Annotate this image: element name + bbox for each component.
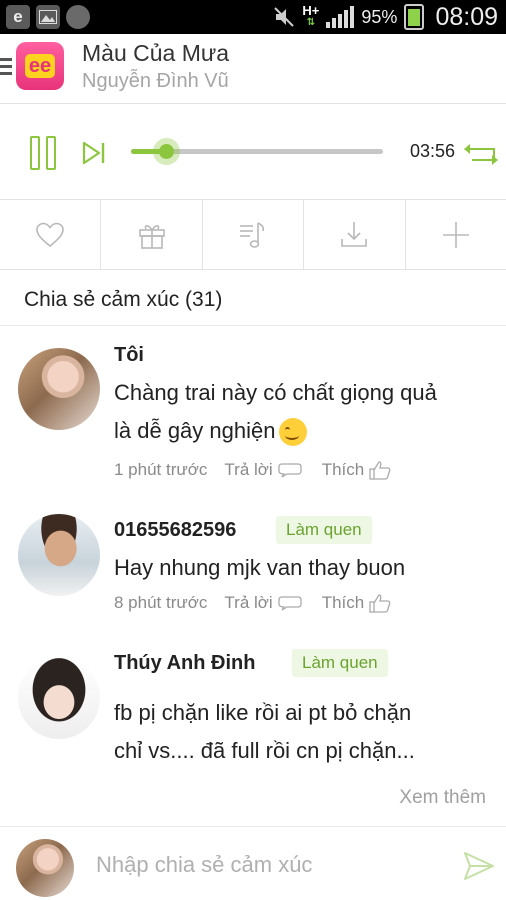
make-friend-badge[interactable]: Làm quen [292, 649, 388, 677]
comment-author[interactable]: Thúy Anh Đinh [114, 652, 255, 675]
comment-text-line: Chàng trai này có chất giọng quả [114, 380, 437, 405]
comment-author[interactable]: 01655682596 [114, 519, 236, 542]
comment-time: 1 phút trước [114, 460, 208, 479]
heart-icon [36, 222, 65, 247]
avatar[interactable] [18, 348, 100, 430]
comment-text-line: chỉ vs.... đã full rồi cn pị chặn... [114, 738, 415, 763]
comment-text-line: fb pị chặn like rồi ai pt bỏ chặn [114, 700, 412, 725]
current-time: 03:56 [410, 141, 456, 161]
next-track-button[interactable] [81, 140, 107, 166]
song-title: Màu Của Mưa [82, 40, 230, 66]
mute-icon [274, 7, 295, 27]
lyrics-button[interactable] [203, 200, 305, 269]
comment-input-bar [0, 826, 506, 900]
status-bar: e H+ ⇅ 95% 08:09 [0, 0, 506, 34]
like-button[interactable]: Thích [322, 460, 392, 480]
app-logo[interactable]: ee [16, 42, 64, 90]
download-icon [341, 221, 368, 247]
make-friend-badge[interactable]: Làm quen [276, 516, 372, 544]
comment-text-line: là dễ gây nghiện [114, 412, 494, 450]
gift-button[interactable] [101, 200, 203, 269]
gift-icon [138, 224, 165, 249]
plus-icon [442, 221, 469, 248]
download-button[interactable] [304, 200, 406, 269]
avatar[interactable] [18, 514, 100, 596]
thumbs-up-icon [369, 461, 391, 480]
comment-input[interactable] [96, 849, 436, 881]
comment-meta: 1 phút trước Trả lời Thích [114, 460, 391, 480]
clock: 08:09 [435, 2, 498, 31]
browser-notification-icon: e [6, 5, 30, 29]
comment-time: 8 phút trước [114, 593, 208, 612]
gallery-notification-icon [36, 5, 60, 29]
action-bar [0, 200, 506, 270]
like-song-button[interactable] [0, 200, 102, 269]
lyrics-icon [240, 221, 265, 248]
song-header: ee Màu Của Mưa Nguyễn Đình Vũ [0, 34, 506, 104]
comment-text: fb pị chặn like rồi ai pt bỏ chặn chỉ vs… [114, 694, 494, 770]
send-icon[interactable] [462, 849, 496, 883]
thumbs-up-icon [369, 594, 391, 613]
comment-text: Chàng trai này có chất giọng quả là dễ g… [114, 374, 494, 450]
my-avatar [16, 839, 74, 897]
record-notification-icon [66, 5, 90, 29]
avatar[interactable] [18, 657, 100, 739]
like-button[interactable]: Thích [322, 593, 392, 613]
notification-icons: e [6, 5, 90, 29]
see-more-link[interactable]: Xem thêm [399, 787, 486, 809]
player-controls: 03:56 [0, 104, 506, 200]
speech-bubble-icon [278, 596, 302, 611]
repeat-icon[interactable] [462, 140, 500, 166]
reply-button[interactable]: Trả lời [224, 460, 302, 480]
reply-button[interactable]: Trả lời [224, 593, 302, 613]
smile-emoji-icon [279, 418, 308, 447]
comment-meta: 8 phút trước Trả lời Thích [114, 593, 391, 613]
battery-percent: 95% [361, 6, 398, 27]
comment-author[interactable]: Tôi [114, 344, 144, 367]
network-type: H+ ⇅ [302, 3, 320, 28]
comment-text-line: Hay nhung mjk van thay buon [114, 555, 406, 580]
progress-slider[interactable] [131, 138, 383, 165]
pause-button[interactable] [30, 136, 58, 170]
comments-title: Chia sẻ cảm xúc (31) [24, 288, 223, 311]
song-artist: Nguyễn Đình Vũ [82, 70, 229, 92]
speech-bubble-icon [278, 463, 302, 478]
progress-knob[interactable] [153, 138, 181, 165]
menu-icon[interactable] [0, 58, 12, 79]
divider [0, 325, 506, 326]
signal-icon [326, 6, 355, 28]
add-to-playlist-button[interactable] [406, 200, 506, 269]
battery-icon [404, 4, 425, 30]
comment-text: Hay nhung mjk van thay buon [114, 549, 494, 587]
